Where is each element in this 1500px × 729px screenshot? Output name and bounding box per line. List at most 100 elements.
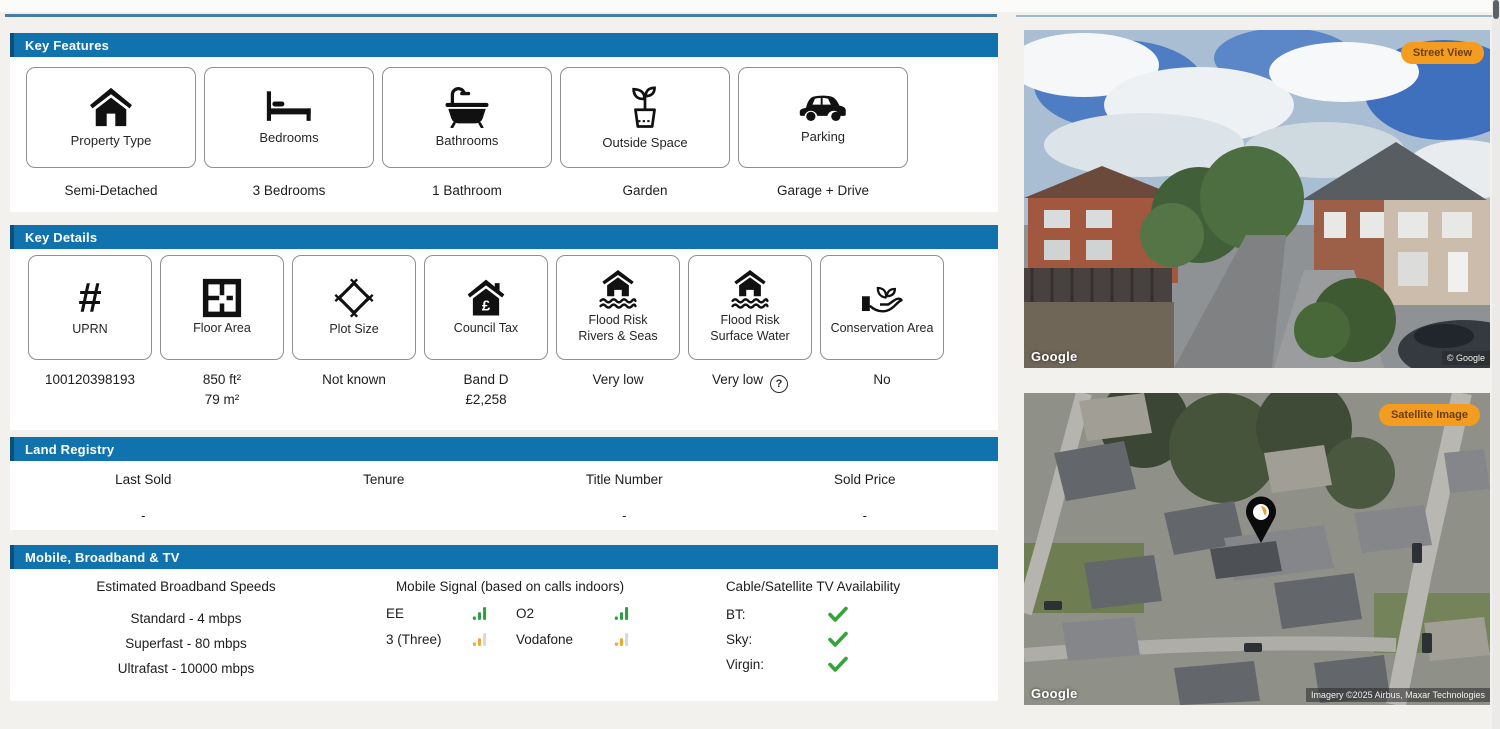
floor-area-card: Floor Area	[160, 255, 284, 360]
council-tax-icon: £	[465, 278, 507, 318]
council-tax-value: Band D£2,258	[424, 370, 548, 411]
signal-bars-icon	[472, 606, 516, 621]
tv-provider-bt: BT:	[726, 607, 790, 622]
signal-bars-icon	[614, 632, 654, 647]
network-ee: EE	[386, 606, 472, 621]
street-view-copyright: © Google	[1442, 351, 1490, 365]
key-details-header: Key Details	[10, 225, 998, 249]
broadband-ultrafast: Ultrafast - 10000 mbps	[10, 656, 362, 681]
house-icon	[88, 86, 134, 128]
bed-icon	[265, 89, 313, 125]
divider-line-right	[1016, 15, 1493, 17]
plot-size-value: Not known	[292, 370, 416, 411]
street-view-scene	[1024, 30, 1490, 368]
card-label: Floor Area	[193, 321, 251, 337]
card-label: Property Type	[71, 133, 152, 149]
uprn-value: 100120398193	[28, 370, 152, 411]
check-icon	[790, 631, 886, 647]
tv-provider-virgin: Virgin:	[726, 657, 790, 672]
last-sold-value: -	[23, 508, 264, 523]
tenure-value	[264, 508, 505, 523]
broadband-header: Estimated Broadband Speeds	[10, 579, 362, 594]
card-label: Council Tax	[454, 321, 518, 337]
council-tax-card: £ Council Tax	[424, 255, 548, 360]
card-label-line2: Surface Water	[710, 329, 789, 345]
card-label-line2: Rivers & Seas	[578, 329, 657, 345]
satellite-scene	[1024, 393, 1490, 705]
satellite-image-badge[interactable]: Satellite Image	[1379, 404, 1480, 426]
scrollbar[interactable]	[1492, 0, 1500, 729]
property-type-card: Property Type	[26, 67, 196, 168]
top-strip	[0, 0, 1500, 12]
section-title: Mobile, Broadband & TV	[25, 550, 180, 565]
card-label: Bedrooms	[259, 130, 318, 146]
car-icon	[798, 90, 848, 124]
property-report-page: Key Features Property Type Bedrooms	[0, 0, 1500, 729]
key-details-section: Key Details # UPRN Floor Area	[10, 225, 998, 430]
broadband-standard: Standard - 4 mbps	[10, 606, 362, 631]
plot-size-card: Plot Size	[292, 255, 416, 360]
card-label: UPRN	[72, 322, 107, 338]
section-title: Key Features	[25, 38, 109, 53]
title-number-header: Title Number	[504, 472, 745, 487]
hash-icon: #	[78, 277, 101, 319]
floor-area-value: 850 ft²79 m²	[160, 370, 284, 411]
bedrooms-value: 3 Bedrooms	[204, 181, 374, 201]
parking-value: Garage + Drive	[738, 181, 908, 201]
card-label: Flood Risk	[588, 313, 647, 329]
bathrooms-value: 1 Bathroom	[382, 181, 552, 201]
conservation-value: No	[820, 370, 944, 411]
bathrooms-card: Bathrooms	[382, 67, 552, 168]
outside-space-card: Outside Space	[560, 67, 730, 168]
check-icon	[790, 606, 886, 622]
broadband-column: Estimated Broadband Speeds Standard - 4 …	[10, 579, 362, 701]
flood-risk-surface-card: Flood Risk Surface Water	[688, 255, 812, 360]
key-features-header: Key Features	[10, 33, 998, 57]
parking-card: Parking	[738, 67, 908, 168]
property-type-value: Semi-Detached	[26, 181, 196, 201]
divider-line-left	[5, 14, 997, 17]
svg-text:£: £	[482, 299, 491, 315]
uprn-card: # UPRN	[28, 255, 152, 360]
flood-rivers-value: Very low	[556, 370, 680, 411]
section-title: Key Details	[25, 230, 97, 245]
conservation-icon	[860, 278, 904, 318]
street-view-badge[interactable]: Street View	[1401, 42, 1484, 64]
bath-icon	[443, 86, 491, 128]
signal-bars-icon	[472, 632, 516, 647]
conservation-area-card: Conservation Area	[820, 255, 944, 360]
outside-space-value: Garden	[560, 181, 730, 201]
card-label: Bathrooms	[436, 133, 499, 149]
street-view-image[interactable]: Street View Google © Google	[1024, 30, 1490, 368]
title-number-value: -	[504, 508, 745, 523]
satellite-image[interactable]: Satellite Image Google Imagery ©2025 Air…	[1024, 393, 1490, 705]
network-vodafone: Vodafone	[516, 632, 614, 647]
help-icon[interactable]: ?	[770, 375, 788, 393]
flood-surface-value: Very low?	[688, 370, 812, 411]
tv-provider-sky: Sky:	[726, 632, 790, 647]
bedrooms-card: Bedrooms	[204, 67, 374, 168]
card-label: Plot Size	[329, 322, 378, 338]
sold-price-header: Sold Price	[745, 472, 986, 487]
flood-house-icon	[729, 270, 771, 310]
key-features-section: Key Features Property Type Bedrooms	[10, 33, 998, 212]
google-watermark: Google	[1031, 349, 1078, 364]
tenure-header: Tenure	[264, 472, 505, 487]
card-label: Parking	[801, 129, 845, 145]
tv-availability-header: Cable/Satellite TV Availability	[658, 579, 968, 594]
network-three: 3 (Three)	[386, 632, 472, 647]
card-label: Conservation Area	[831, 321, 934, 337]
last-sold-header: Last Sold	[23, 472, 264, 487]
mobile-signal-header: Mobile Signal (based on calls indoors)	[362, 579, 658, 594]
network-o2: O2	[516, 606, 614, 621]
scrollbar-thumb[interactable]	[1493, 0, 1499, 19]
plot-icon	[333, 277, 375, 319]
satellite-attribution: Imagery ©2025 Airbus, Maxar Technologies	[1306, 688, 1490, 702]
tv-availability-column: Cable/Satellite TV Availability BT: Sky:…	[658, 579, 968, 701]
land-registry-header: Land Registry	[10, 437, 998, 461]
land-registry-section: Land Registry Last Sold Tenure Title Num…	[10, 437, 998, 530]
check-icon	[790, 656, 886, 672]
card-label: Flood Risk	[720, 313, 779, 329]
sold-price-value: -	[745, 508, 986, 523]
google-watermark: Google	[1031, 686, 1078, 701]
